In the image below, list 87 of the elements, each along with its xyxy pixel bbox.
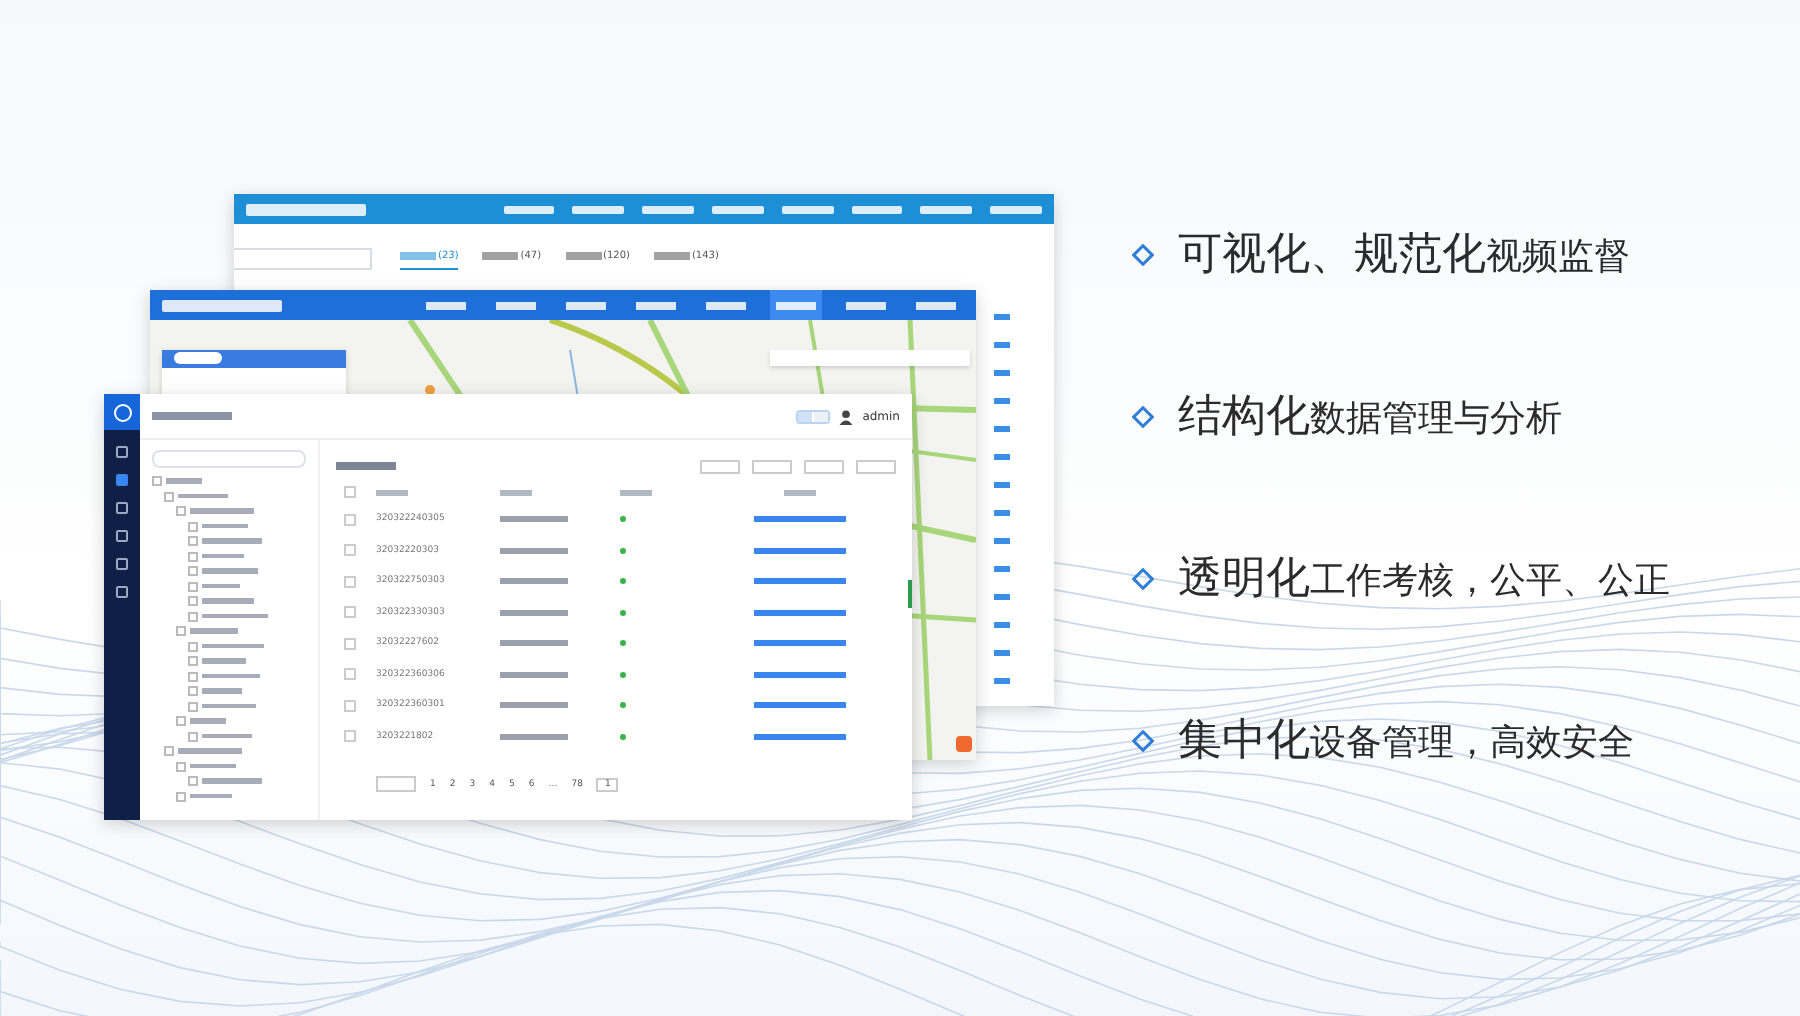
action-link[interactable] bbox=[754, 733, 846, 740]
detail-link[interactable] bbox=[994, 398, 1010, 404]
detail-link[interactable] bbox=[994, 678, 1010, 684]
status-dot bbox=[620, 733, 626, 740]
row-checkbox[interactable] bbox=[344, 544, 356, 557]
action-link[interactable] bbox=[754, 609, 846, 616]
scrollbar-thumb[interactable] bbox=[908, 580, 912, 608]
row-checkbox[interactable] bbox=[344, 513, 356, 526]
nav-item[interactable] bbox=[851, 205, 903, 213]
table-cell bbox=[500, 671, 568, 678]
feature-text: 透明化工作考核，公平、公正 bbox=[1178, 552, 1670, 608]
diamond-bullet-icon bbox=[1132, 405, 1154, 427]
nav-item[interactable] bbox=[990, 205, 1043, 213]
status-dot bbox=[620, 609, 626, 616]
row-checkbox[interactable] bbox=[344, 575, 356, 588]
nav-item[interactable] bbox=[781, 205, 834, 213]
status-dot bbox=[620, 578, 626, 585]
status-dot bbox=[620, 547, 626, 554]
detail-link[interactable] bbox=[994, 314, 1010, 320]
column-header bbox=[376, 489, 408, 495]
language-option[interactable] bbox=[798, 411, 813, 421]
detail-link[interactable] bbox=[994, 538, 1010, 544]
detail-link[interactable] bbox=[994, 342, 1010, 348]
breadcrumb bbox=[152, 412, 232, 420]
action-link[interactable] bbox=[754, 578, 846, 585]
nav-item[interactable] bbox=[920, 205, 973, 213]
detail-link[interactable] bbox=[994, 650, 1010, 656]
action-link[interactable] bbox=[754, 702, 846, 709]
status-dot bbox=[620, 640, 626, 647]
page-size-select[interactable] bbox=[376, 776, 416, 792]
row-checkbox[interactable] bbox=[344, 730, 356, 743]
nav-item[interactable] bbox=[770, 290, 822, 320]
table-cell bbox=[500, 609, 568, 616]
sidebar-icon[interactable] bbox=[116, 502, 128, 514]
nav-item[interactable] bbox=[572, 205, 625, 213]
sidebar-icon[interactable] bbox=[116, 446, 128, 458]
toolbar-button[interactable] bbox=[856, 459, 896, 473]
language-option[interactable] bbox=[814, 411, 829, 421]
detail-link[interactable] bbox=[994, 510, 1010, 516]
search-field[interactable] bbox=[152, 450, 306, 468]
feature-text: 结构化数据管理与分析 bbox=[1178, 390, 1562, 446]
row-checkbox[interactable] bbox=[344, 637, 356, 650]
action-link[interactable] bbox=[754, 640, 846, 647]
detail-link[interactable] bbox=[994, 426, 1010, 432]
row-checkbox[interactable] bbox=[344, 668, 356, 681]
search-field[interactable] bbox=[234, 248, 372, 270]
status-dot bbox=[620, 516, 626, 523]
detail-link[interactable] bbox=[994, 622, 1010, 628]
row-checkbox[interactable] bbox=[344, 699, 356, 712]
sidebar-icon[interactable] bbox=[116, 558, 128, 570]
detail-link[interactable] bbox=[994, 370, 1010, 376]
table-cell bbox=[500, 547, 568, 554]
status-dot bbox=[620, 702, 626, 709]
diamond-bullet-icon bbox=[1132, 567, 1154, 589]
column-header bbox=[500, 489, 532, 495]
detail-link[interactable] bbox=[994, 566, 1010, 572]
diamond-bullet-icon bbox=[1132, 729, 1154, 751]
column-header bbox=[784, 489, 816, 495]
action-link[interactable] bbox=[754, 671, 846, 678]
column-header bbox=[620, 489, 652, 495]
toolbar-button[interactable] bbox=[752, 459, 792, 473]
nav-item[interactable] bbox=[503, 205, 555, 213]
table-cell bbox=[500, 702, 568, 709]
detail-link[interactable] bbox=[994, 482, 1010, 488]
status-dot bbox=[620, 671, 626, 678]
diamond-bullet-icon bbox=[1132, 243, 1154, 265]
nav-item[interactable] bbox=[711, 205, 764, 213]
table-cell bbox=[500, 578, 568, 585]
feature-text: 集中化设备管理，高效安全 bbox=[1178, 714, 1634, 770]
detail-link[interactable] bbox=[994, 594, 1010, 600]
action-link[interactable] bbox=[754, 516, 846, 523]
action-link[interactable] bbox=[754, 547, 846, 554]
filter-tab[interactable] bbox=[174, 352, 222, 364]
sidebar-icon[interactable] bbox=[116, 530, 128, 542]
table-cell bbox=[500, 516, 568, 523]
feature-text: 可视化、规范化视频监督 bbox=[1178, 228, 1630, 284]
table-cell bbox=[500, 640, 568, 647]
user-avatar-icon bbox=[838, 407, 855, 425]
row-checkbox[interactable] bbox=[344, 606, 356, 619]
toolbar-button[interactable] bbox=[700, 459, 740, 473]
detail-link[interactable] bbox=[994, 454, 1010, 460]
toolbar-button[interactable] bbox=[804, 459, 844, 473]
sidebar-icon[interactable] bbox=[116, 474, 128, 486]
nav-item[interactable] bbox=[642, 205, 694, 213]
table-cell bbox=[500, 733, 568, 740]
sidebar-icon[interactable] bbox=[116, 586, 128, 598]
table-title bbox=[336, 462, 396, 470]
